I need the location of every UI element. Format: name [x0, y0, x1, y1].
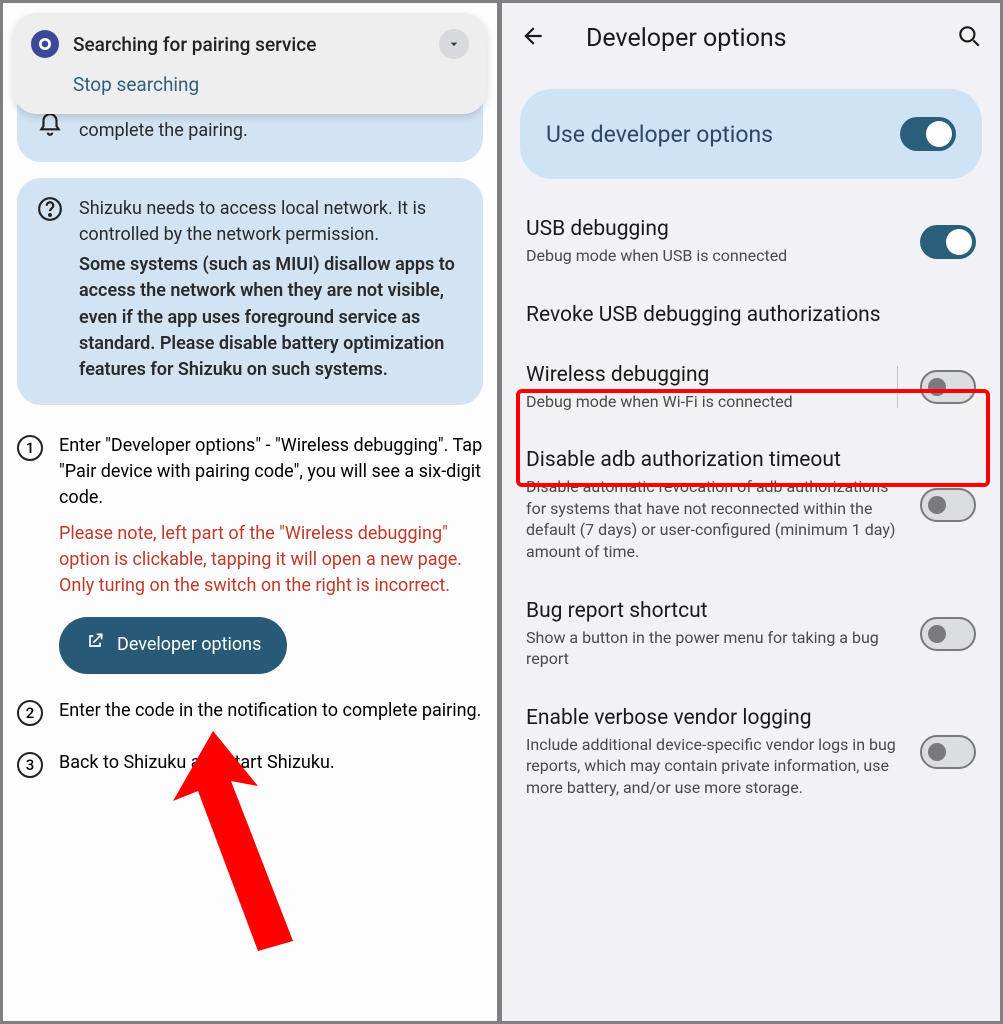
setting-row[interactable]: Bug report shortcut Show a button in the … [502, 581, 1000, 688]
app-badge-icon [31, 30, 59, 58]
setting-row[interactable]: Wireless debugging Debug mode when Wi-Fi … [502, 345, 1000, 431]
open-external-icon [85, 631, 105, 659]
search-card-title: Searching for pairing service [73, 33, 425, 56]
setting-row[interactable]: USB debugging Debug mode when USB is conn… [502, 199, 1000, 285]
setting-toggle[interactable] [920, 735, 976, 769]
back-icon[interactable] [520, 23, 546, 53]
divider [897, 366, 898, 408]
setting-title: Revoke USB debugging authorizations [526, 303, 976, 327]
bell-icon [37, 112, 63, 144]
step-2-text: Enter the code in the notification to co… [59, 698, 481, 726]
developer-options-label: Developer options [117, 632, 261, 658]
setting-title: USB debugging [526, 217, 902, 241]
step-1-note: Please note, left part of the "Wireless … [59, 521, 483, 599]
setting-title: Enable verbose vendor logging [526, 706, 902, 730]
use-developer-options-row[interactable]: Use developer options [520, 89, 982, 179]
setting-toggle[interactable] [920, 370, 976, 404]
developer-options-button[interactable]: Developer options [59, 617, 287, 673]
help-icon [37, 196, 63, 387]
setting-toggle[interactable] [920, 488, 976, 522]
stop-searching-link[interactable]: Stop searching [73, 73, 469, 96]
step-3-text: Back to Shizuku and start Shizuku. [59, 750, 335, 778]
shizuku-screen: Searching for pairing service Stop searc… [3, 3, 497, 1021]
header: Developer options [502, 3, 1000, 53]
network-info-p2: Some systems (such as MIUI) disallow app… [79, 252, 463, 382]
setting-title: Disable adb authorization timeout [526, 448, 902, 472]
setting-subtitle: Debug mode when USB is connected [526, 245, 902, 267]
setting-row[interactable]: Disable adb authorization timeout Disable… [502, 430, 1000, 580]
step-num-3: 3 [17, 752, 43, 778]
setting-title: Wireless debugging [526, 363, 879, 387]
page-title: Developer options [586, 24, 936, 53]
setting-row[interactable]: Revoke USB debugging authorizations [502, 285, 1000, 345]
setting-subtitle: Disable automatic revocation of adb auth… [526, 476, 902, 562]
use-dev-label: Use developer options [546, 121, 900, 148]
step-3: 3 Back to Shizuku and start Shizuku. [17, 750, 483, 778]
pairing-search-card[interactable]: Searching for pairing service Stop searc… [13, 13, 487, 114]
step-2: 2 Enter the code in the notification to … [17, 698, 483, 726]
info-card-network: Shizuku needs to access local network. I… [17, 178, 483, 405]
setting-subtitle: Include additional device-specific vendo… [526, 734, 902, 799]
network-info-p1: Shizuku needs to access local network. I… [79, 196, 463, 248]
use-dev-toggle[interactable] [900, 117, 956, 151]
setting-subtitle: Debug mode when Wi-Fi is connected [526, 391, 879, 413]
steps-list: 1 Enter "Developer options" - "Wireless … [17, 433, 483, 778]
step-num-1: 1 [17, 435, 43, 461]
setting-row[interactable]: Enable verbose vendor logging Include add… [502, 688, 1000, 817]
step-1: 1 Enter "Developer options" - "Wireless … [17, 433, 483, 674]
setting-title: Bug report shortcut [526, 599, 902, 623]
search-icon[interactable] [956, 23, 982, 53]
step-num-2: 2 [17, 700, 43, 726]
developer-options-screen: Developer options Use developer options … [502, 3, 1000, 1021]
chevron-down-icon[interactable] [439, 29, 469, 59]
setting-subtitle: Show a button in the power menu for taki… [526, 627, 902, 670]
setting-toggle[interactable] [920, 617, 976, 651]
setting-toggle[interactable] [920, 225, 976, 259]
step-1-text: Enter "Developer options" - "Wireless de… [59, 433, 483, 511]
